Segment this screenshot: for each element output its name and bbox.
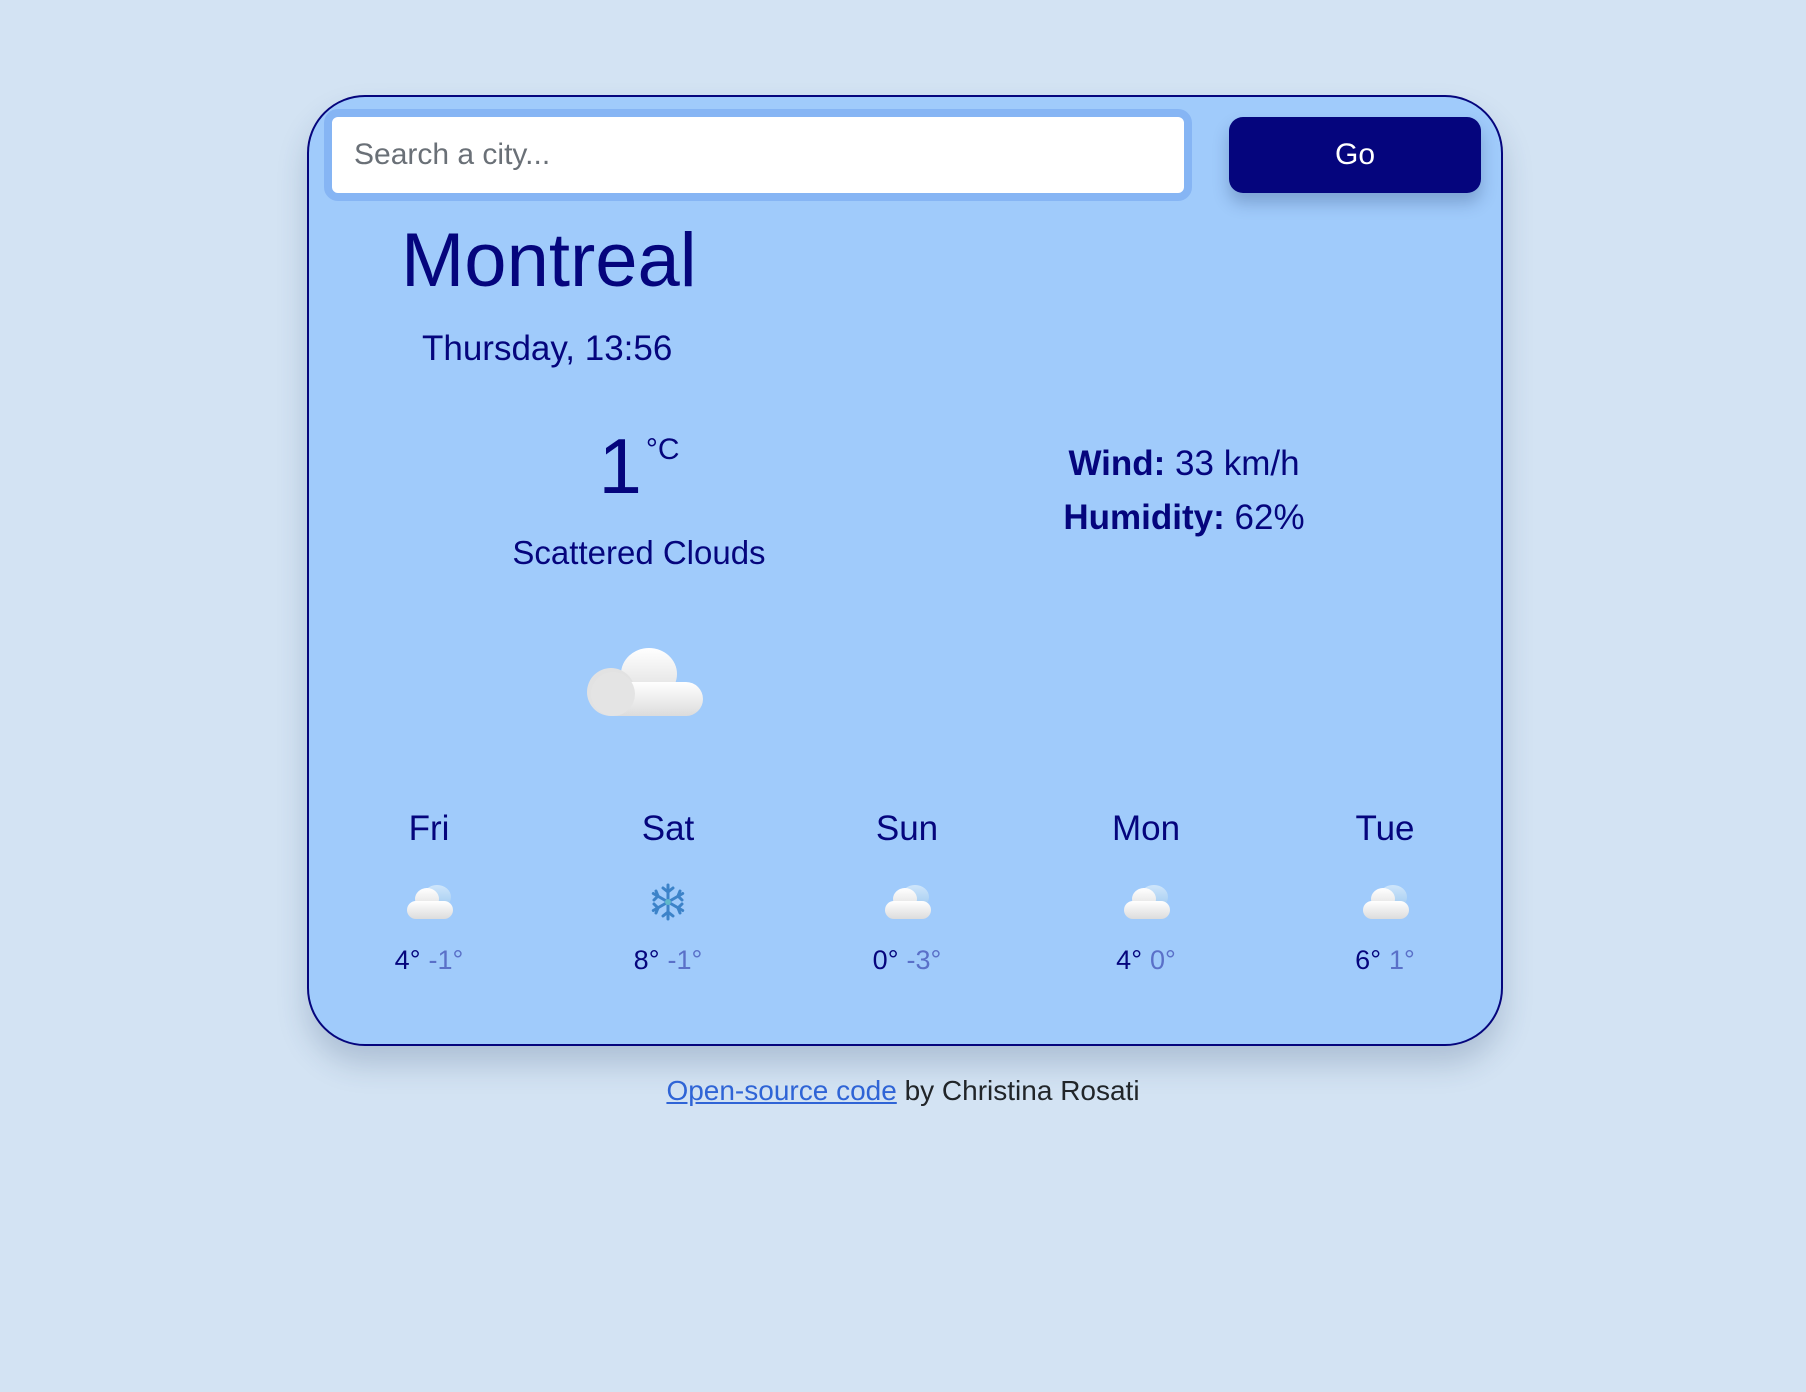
forecast-temps: 6° 1° <box>1285 945 1485 976</box>
cloud-icon <box>1363 885 1409 919</box>
forecast-day-fri: Fri 4° -1° <box>329 809 529 976</box>
forecast-temps: 4° 0° <box>1046 945 1246 976</box>
forecast-day-mon: Mon 4° 0° <box>1046 809 1246 976</box>
temperature-unit: °C <box>645 433 680 466</box>
cloud-icon <box>587 648 703 716</box>
current-temperature: 1 °C <box>489 427 789 505</box>
forecast-max-temp: 6° <box>1355 945 1381 975</box>
forecast-min-temp: 1° <box>1389 945 1415 975</box>
wind-row: Wind: 33 km/h <box>999 437 1369 491</box>
forecast-max-temp: 4° <box>1116 945 1142 975</box>
footer-author: by Christina Rosati <box>896 1075 1140 1106</box>
forecast-day-name: Mon <box>1111 809 1181 848</box>
forecast-max-temp: 4° <box>394 945 421 975</box>
search-field-wrapper <box>324 109 1192 201</box>
footer: Open-source code by Christina Rosati <box>0 1075 1806 1107</box>
search-input[interactable] <box>332 117 1184 193</box>
city-name: Montreal <box>401 218 697 303</box>
forecast-day-name: Tue <box>1355 809 1415 848</box>
forecast-min-temp: 0° <box>1150 945 1176 975</box>
forecast-day-sun: Sun 0° -3° <box>807 809 1007 976</box>
cloud-icon <box>885 885 931 919</box>
humidity-label: Humidity: <box>1063 498 1225 537</box>
forecast-temps: 8° -1° <box>568 945 768 976</box>
forecast-day-sat: Sat 8° -1° <box>568 809 768 976</box>
forecast-max-temp: 8° <box>633 945 660 975</box>
humidity-row: Humidity: 62% <box>999 491 1369 545</box>
cloud-icon <box>407 885 453 919</box>
forecast-temps: 4° -1° <box>329 945 529 976</box>
wind-value: 33 km/h <box>1175 444 1300 483</box>
snowflake-icon <box>651 883 685 921</box>
wind-label: Wind: <box>1068 444 1166 483</box>
forecast-day-tue: Tue 6° 1° <box>1285 809 1485 976</box>
forecast-max-temp: 0° <box>872 945 899 975</box>
forecast-min-temp: -1° <box>428 945 464 975</box>
forecast-min-temp: -1° <box>667 945 703 975</box>
cloud-icon <box>1124 885 1170 919</box>
weather-description: Scattered Clouds <box>512 534 766 571</box>
forecast-day-name: Sat <box>641 809 695 848</box>
go-button[interactable]: Go <box>1229 117 1481 193</box>
forecast-min-temp: -3° <box>906 945 942 975</box>
forecast-day-name: Sun <box>875 809 939 848</box>
forecast-day-name: Fri <box>408 809 450 848</box>
humidity-value: 62% <box>1234 498 1305 537</box>
current-datetime: Thursday, 13:56 <box>422 329 673 368</box>
temperature-value: 1 <box>598 422 642 510</box>
open-source-link[interactable]: Open-source code <box>666 1075 896 1106</box>
weather-details: Wind: 33 km/h Humidity: 62% <box>999 437 1369 545</box>
forecast-temps: 0° -3° <box>807 945 1007 976</box>
weather-card: Go Montreal Thursday, 13:56 1°C Scattere… <box>307 95 1503 1046</box>
